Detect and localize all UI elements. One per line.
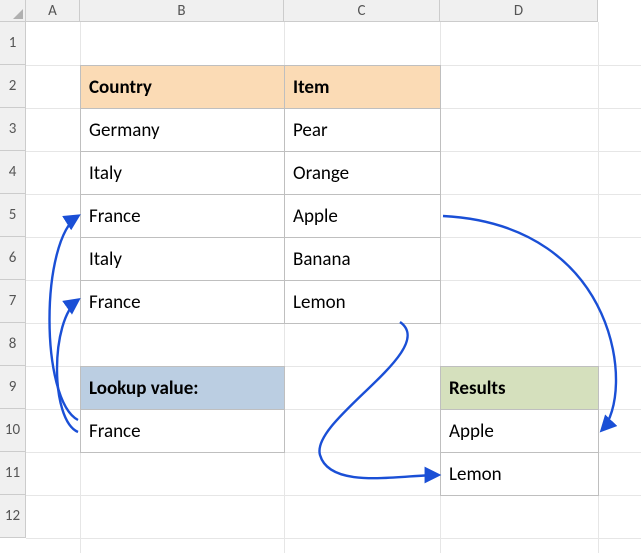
col-header-A[interactable]: A (26, 0, 80, 22)
row-label: 9 (9, 378, 17, 396)
row-header-9[interactable]: 9 (0, 366, 26, 409)
row-label: 2 (9, 77, 17, 95)
cell-text: Italy (89, 162, 122, 185)
col-header-C[interactable]: C (284, 0, 440, 22)
cell-text: Pear (293, 119, 328, 142)
col-label: D (514, 2, 523, 20)
row-header-11[interactable]: 11 (0, 452, 26, 495)
cell-text: Italy (89, 248, 122, 271)
results-label-cell[interactable]: Results (440, 366, 599, 410)
row-header-6[interactable]: 6 (0, 237, 26, 280)
header-text: Item (293, 76, 329, 99)
cell-text: France (89, 291, 141, 314)
cell-text: Banana (293, 248, 351, 271)
row-header-1[interactable]: 1 (0, 22, 26, 65)
table-header-country[interactable]: Country (80, 65, 285, 109)
col-header-D[interactable]: D (440, 0, 598, 22)
row-label: 8 (9, 335, 17, 353)
select-all-corner[interactable] (0, 0, 26, 22)
results-value: Lemon (449, 463, 502, 486)
row-header-7[interactable]: 7 (0, 280, 26, 323)
results-value: Apple (449, 420, 494, 443)
row-label: 11 (5, 464, 20, 482)
row-label: 5 (9, 206, 17, 224)
table-cell-item[interactable]: Lemon (284, 280, 441, 324)
lookup-label: Lookup value: (89, 377, 199, 400)
row-header-2[interactable]: 2 (0, 65, 26, 108)
table-cell-item[interactable]: Apple (284, 194, 441, 238)
table-cell-country[interactable]: France (80, 194, 285, 238)
results-value-cell[interactable]: Apple (440, 409, 599, 453)
row-label: 4 (9, 163, 17, 181)
lookup-label-cell[interactable]: Lookup value: (80, 366, 285, 410)
col-label: A (48, 2, 57, 20)
row-label: 7 (9, 292, 17, 310)
header-text: Country (89, 76, 152, 99)
row-label: 3 (9, 120, 17, 138)
row-header-12[interactable]: 12 (0, 495, 26, 538)
table-cell-country[interactable]: Germany (80, 108, 285, 152)
select-all-triangle-icon (13, 9, 23, 19)
row-label: 6 (9, 249, 17, 267)
row-header-3[interactable]: 3 (0, 108, 26, 151)
row-label: 1 (9, 34, 17, 52)
table-cell-country[interactable]: Italy (80, 237, 285, 281)
row-header-8[interactable]: 8 (0, 323, 26, 366)
lookup-value-cell[interactable]: France (80, 409, 285, 453)
spreadsheet: A B C D 1 2 3 4 5 6 7 8 9 10 11 12 Count… (0, 0, 641, 553)
cell-text: France (89, 205, 141, 228)
table-header-item[interactable]: Item (284, 65, 441, 109)
row-header-5[interactable]: 5 (0, 194, 26, 237)
results-value-cell[interactable]: Lemon (440, 452, 599, 496)
col-header-B[interactable]: B (80, 0, 284, 22)
lookup-value: France (89, 420, 141, 443)
row-label: 10 (5, 421, 20, 439)
cell-text: Orange (293, 162, 349, 185)
row-header-4[interactable]: 4 (0, 151, 26, 194)
row-header-10[interactable]: 10 (0, 409, 26, 452)
table-cell-item[interactable]: Banana (284, 237, 441, 281)
table-cell-item[interactable]: Orange (284, 151, 441, 195)
results-label: Results (449, 377, 506, 400)
col-label: B (177, 2, 185, 20)
col-label: C (358, 2, 366, 20)
table-cell-country[interactable]: Italy (80, 151, 285, 195)
cell-text: Lemon (293, 291, 346, 314)
cell-text: Apple (293, 205, 338, 228)
row-label: 12 (5, 507, 20, 525)
table-cell-country[interactable]: France (80, 280, 285, 324)
table-cell-item[interactable]: Pear (284, 108, 441, 152)
cell-text: Germany (89, 119, 160, 142)
